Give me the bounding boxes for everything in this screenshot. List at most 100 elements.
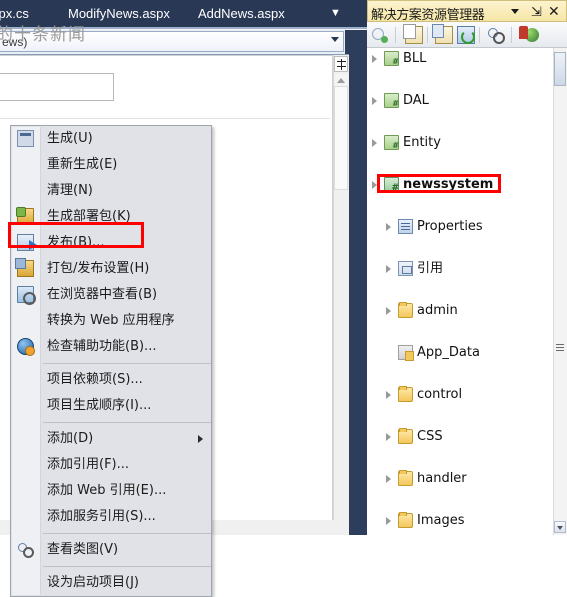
menu-item-check-accessibility[interactable]: 检查辅助功能(B)... — [11, 334, 211, 360]
expander-icon[interactable] — [372, 139, 377, 147]
tree-item-properties[interactable]: Properties — [367, 216, 567, 237]
menu-item-project-build-order[interactable]: 项目生成顺序(I)... — [11, 393, 211, 419]
menu-separator — [43, 422, 211, 423]
split-view-icon[interactable] — [334, 56, 348, 72]
grip-lines — [556, 344, 564, 345]
folder-icon — [398, 302, 413, 318]
editor-scroll-thumb[interactable] — [334, 86, 348, 190]
browser-icon — [17, 286, 36, 305]
tree-item-label: CSS — [417, 429, 443, 444]
view-in-browser-icon[interactable] — [519, 26, 539, 44]
expander-icon[interactable] — [386, 433, 391, 441]
tab-addnews-aspx[interactable]: AddNews.aspx — [198, 0, 285, 28]
class-diagram-icon — [17, 541, 34, 558]
menu-item-label: 项目依赖项(S)... — [47, 372, 143, 387]
tree-item-label: control — [417, 387, 463, 402]
tree-item-label: admin — [417, 303, 458, 318]
properties-icon[interactable] — [371, 26, 389, 44]
menu-item-view-class-diagram[interactable]: 查看类图(V) — [11, 537, 211, 563]
scrollbar-thumb[interactable] — [554, 52, 566, 86]
expander-icon[interactable] — [386, 223, 391, 231]
menu-item-label: 转换为 Web 应用程序 — [47, 313, 175, 328]
tree-item-references[interactable]: 引用 — [367, 258, 567, 279]
tree-item-label: Properties — [417, 219, 483, 234]
tree-item-app-data[interactable]: App_Data — [367, 342, 567, 363]
refresh-icon[interactable] — [457, 26, 475, 44]
chevron-down-icon[interactable] — [331, 37, 339, 42]
menu-item-clean[interactable]: 清理(N) — [11, 178, 211, 204]
tree-item-dal[interactable]: DAL — [367, 90, 567, 111]
references-icon — [398, 261, 413, 276]
design-placeholder-text: 的十条新闻 — [0, 25, 86, 45]
menu-item-label: 清理(N) — [47, 183, 93, 198]
menu-item-convert-to-web-application[interactable]: 转换为 Web 应用程序 — [11, 308, 211, 334]
tree-item-label: BLL — [403, 51, 427, 66]
menu-item-add-service-reference[interactable]: 添加服务引用(S)... — [11, 504, 211, 530]
tree-item-label: Images — [417, 513, 465, 528]
tree-item-css[interactable]: CSS — [367, 426, 567, 447]
scroll-down-button[interactable] — [554, 521, 566, 533]
expander-icon[interactable] — [386, 391, 391, 399]
show-all-files-icon[interactable] — [403, 24, 423, 44]
tree-item-label: Entity — [403, 135, 441, 150]
expander-icon[interactable] — [372, 55, 377, 63]
menu-item-label: 在浏览器中查看(B) — [47, 287, 158, 302]
folder-icon — [398, 512, 413, 528]
accessibility-icon — [17, 338, 35, 356]
menu-item-build[interactable]: 生成(U) — [11, 126, 211, 152]
folder-icon — [398, 470, 413, 486]
tree-item-control[interactable]: control — [367, 384, 567, 405]
refresh-all-icon[interactable] — [432, 24, 453, 44]
publish-highlight-box — [8, 222, 144, 248]
menu-item-label: 添加引用(F)... — [47, 457, 130, 472]
csharp-project-icon — [384, 135, 399, 150]
expander-icon[interactable] — [386, 265, 391, 273]
menu-item-label: 项目生成顺序(I)... — [47, 398, 152, 413]
tree-item-newssystem[interactable]: newssystem — [367, 174, 567, 195]
expander-icon[interactable] — [386, 475, 391, 483]
chevron-down-icon[interactable]: ▼ — [330, 0, 341, 28]
scroll-up-button[interactable] — [334, 74, 348, 86]
expander-icon[interactable] — [386, 307, 391, 315]
pin-icon[interactable]: ⇲ — [531, 4, 542, 20]
chevron-down-icon[interactable] — [511, 9, 519, 14]
design-divider — [0, 118, 330, 119]
solution-explorer-tree[interactable]: BLL DAL Entity newssystem Properties 引用 — [367, 48, 567, 535]
menu-item-label: 设为启动项目(J) — [47, 575, 139, 590]
tree-item-bll[interactable]: BLL — [367, 48, 567, 69]
design-textbox[interactable] — [0, 73, 114, 101]
menu-item-package-publish-settings[interactable]: 打包/发布设置(H) — [11, 256, 211, 282]
tree-item-images[interactable]: Images — [367, 510, 567, 531]
menu-item-label: 生成(U) — [47, 131, 93, 146]
tree-item-handler[interactable]: handler — [367, 468, 567, 489]
csharp-project-icon — [384, 93, 399, 108]
menu-item-project-dependencies[interactable]: 项目依赖项(S)... — [11, 367, 211, 393]
project-context-menu[interactable]: 生成(U) 重新生成(E) 清理(N) 生成部署包(K) 发布(B)... 打包… — [10, 125, 212, 597]
menu-item-rebuild[interactable]: 重新生成(E) — [11, 152, 211, 178]
menu-item-label: 打包/发布设置(H) — [47, 261, 150, 276]
view-class-diagram-icon[interactable] — [487, 26, 505, 44]
menu-item-add-reference[interactable]: 添加引用(F)... — [11, 452, 211, 478]
triangle-down-icon — [557, 526, 563, 530]
menu-item-set-as-startup-project[interactable]: 设为启动项目(J) — [11, 570, 211, 596]
tree-item-label: App_Data — [417, 345, 480, 360]
tree-item-entity[interactable]: Entity — [367, 132, 567, 153]
menu-item-add[interactable]: 添加(D) — [11, 426, 211, 452]
menu-item-view-in-browser[interactable]: 在浏览器中查看(B) — [11, 282, 211, 308]
tree-item-admin[interactable]: admin — [367, 300, 567, 321]
close-icon[interactable]: ✕ — [548, 3, 560, 20]
grip-icon[interactable] — [554, 340, 566, 354]
editor-right-edge — [349, 30, 367, 535]
solution-explorer-toolbar — [367, 22, 567, 48]
properties-folder-icon — [398, 219, 413, 234]
menu-item-add-web-reference[interactable]: 添加 Web 引用(E)... — [11, 478, 211, 504]
solution-explorer-vertical-scrollbar[interactable] — [553, 48, 567, 535]
expander-icon[interactable] — [372, 97, 377, 105]
split-view-grip — [341, 59, 342, 70]
panel-title: 解决方案资源管理器 — [371, 8, 485, 23]
toolbar-separator — [511, 27, 512, 43]
expander-icon[interactable] — [386, 517, 391, 525]
csharp-project-icon — [384, 51, 399, 66]
solution-explorer-panel: 解决方案资源管理器 ⇲ ✕ BLL DAL Entity — [367, 0, 567, 535]
selection-highlight-box — [377, 174, 501, 193]
